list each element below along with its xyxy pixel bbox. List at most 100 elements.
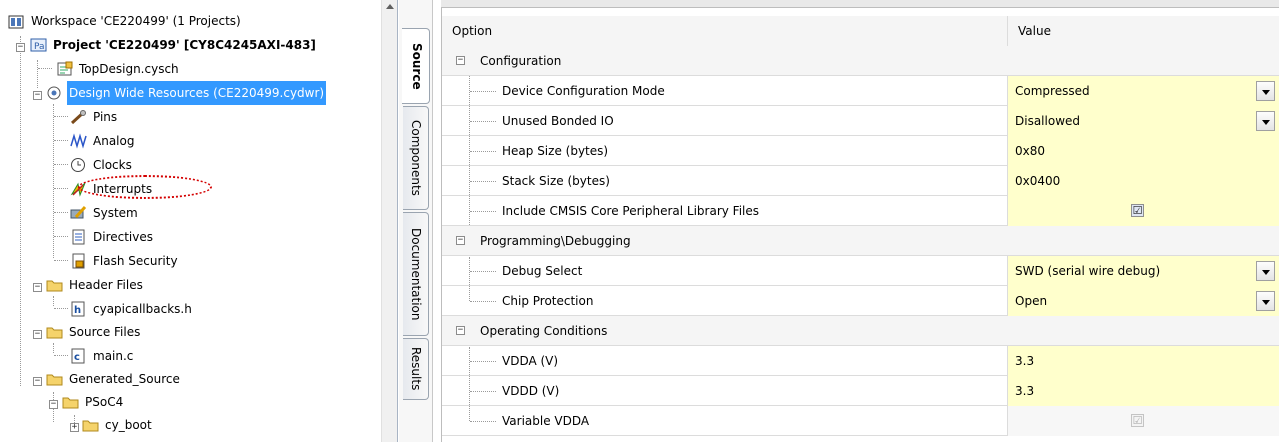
heap-size-field[interactable]: 0x80 [1008, 136, 1279, 166]
property-row[interactable]: Stack Size (bytes) 0x0400 [442, 166, 1279, 196]
property-name: VDDD (V) [442, 376, 1008, 406]
system-icon [70, 205, 88, 221]
tree-item-system[interactable]: System [70, 200, 140, 224]
dropdown-arrow-icon[interactable] [1256, 81, 1275, 101]
tree-item-cy-boot[interactable]: cy_boot [82, 412, 154, 436]
column-header-value[interactable]: Value [1008, 16, 1279, 46]
tree-item-label: PSoC4 [85, 394, 124, 409]
debug-select-select[interactable]: SWD (serial wire debug) [1008, 256, 1279, 286]
vdda-field[interactable]: 3.3 [1008, 346, 1279, 376]
svg-text:h: h [74, 305, 81, 316]
project-icon: Pa [30, 37, 48, 53]
grid-top-border [441, 0, 1279, 8]
property-row[interactable]: Include CMSIS Core Peripheral Library Fi… [442, 196, 1279, 226]
chip-protection-select[interactable]: Open [1008, 286, 1279, 316]
tree-item-main-c[interactable]: c main.c [70, 343, 135, 367]
tree-item-label: cyapicallbacks.h [93, 301, 192, 316]
tree-item-directives[interactable]: Directives [70, 224, 155, 248]
property-name: VDDA (V) [442, 346, 1008, 376]
tree-guide [53, 296, 54, 306]
collapse-dwr-toggle[interactable]: − [33, 91, 42, 100]
tree-guide [20, 36, 21, 386]
tab-source[interactable]: Source [402, 28, 430, 104]
collapse-source-files-toggle[interactable]: − [33, 330, 42, 339]
tab-results[interactable]: Results [403, 338, 429, 400]
tree-item-header-files[interactable]: Header Files [46, 272, 145, 296]
tree-item-label: Pins [93, 109, 118, 124]
project-label: Project 'CE220499' [CY8C4245AXI-483] [53, 37, 316, 52]
tree-guide [54, 116, 68, 117]
unused-bonded-io-select[interactable]: Disallowed [1008, 106, 1279, 136]
folder-icon [46, 371, 64, 387]
folder-icon [82, 417, 100, 433]
tree-item-label: main.c [93, 348, 134, 363]
tree-item-pins[interactable]: Pins [70, 104, 119, 128]
property-name: Unused Bonded IO [442, 106, 1008, 136]
category-programming-debugging[interactable]: − Programming\Debugging [442, 226, 1279, 256]
tree-item-clocks[interactable]: Clocks [70, 152, 134, 176]
scroll-up-arrow-icon[interactable] [386, 4, 394, 9]
column-header-option[interactable]: Option [442, 16, 1008, 46]
tree-item-generated-source[interactable]: Generated_Source [46, 366, 182, 390]
cmsis-include-cell[interactable]: ☑ [1008, 196, 1279, 226]
property-row[interactable]: Variable VDDA ☑ [442, 406, 1279, 436]
grid-header: Option Value [442, 16, 1279, 46]
category-operating-conditions[interactable]: − Operating Conditions [442, 316, 1279, 346]
collapse-psoc4-toggle[interactable]: − [49, 400, 58, 409]
variable-vdda-checkbox: ☑ [1131, 414, 1144, 427]
collapse-configuration-toggle[interactable]: − [456, 56, 465, 65]
tree-project[interactable]: Pa Project 'CE220499' [CY8C4245AXI-483] [30, 32, 318, 56]
collapse-programming-toggle[interactable]: − [456, 236, 465, 245]
collapse-generated-source-toggle[interactable]: − [33, 377, 42, 386]
property-value: SWD (serial wire debug) [1015, 264, 1161, 278]
vddd-field[interactable]: 3.3 [1008, 376, 1279, 406]
tree-scrollbar[interactable] [381, 0, 397, 442]
property-row[interactable]: Unused Bonded IO Disallowed [442, 106, 1279, 136]
tree-item-label: Source Files [69, 324, 141, 339]
tree-item-label: Directives [93, 229, 153, 244]
folder-icon [62, 394, 80, 410]
category-label: Programming\Debugging [480, 234, 631, 248]
property-value: Disallowed [1015, 114, 1081, 128]
dwr-icon [46, 85, 64, 101]
expand-cy-boot-toggle[interactable]: + [70, 423, 79, 432]
device-config-mode-select[interactable]: Compressed [1008, 76, 1279, 106]
dropdown-arrow-icon[interactable] [1256, 261, 1275, 281]
c-file-icon: c [70, 348, 88, 364]
property-row[interactable]: Chip Protection Open [442, 286, 1279, 316]
cmsis-checkbox[interactable]: ☑ [1131, 204, 1144, 217]
tree-item-analog[interactable]: Analog [70, 128, 136, 152]
property-row[interactable]: Debug Select SWD (serial wire debug) [442, 256, 1279, 286]
tree-item-flash-security[interactable]: Flash Security [70, 248, 180, 272]
property-name: Debug Select [442, 256, 1008, 286]
tab-documentation[interactable]: Documentation [403, 212, 429, 336]
workspace-label: Workspace 'CE220499' (1 Projects) [31, 13, 241, 28]
collapse-operating-conditions-toggle[interactable]: − [456, 326, 465, 335]
property-row[interactable]: VDDA (V) 3.3 [442, 346, 1279, 376]
tree-item-label: Design Wide Resources (CE220499.cydwr) [67, 80, 327, 105]
category-label: Configuration [480, 54, 562, 68]
property-row[interactable]: VDDD (V) 3.3 [442, 376, 1279, 406]
property-value: Open [1015, 294, 1048, 308]
vertical-tab-strip: Source Components Documentation Results [399, 0, 433, 442]
tree-workspace[interactable]: Workspace 'CE220499' (1 Projects) [8, 8, 243, 32]
collapse-project-toggle[interactable]: − [16, 43, 25, 52]
folder-icon [46, 324, 64, 340]
dropdown-arrow-icon[interactable] [1256, 291, 1275, 311]
dropdown-arrow-icon[interactable] [1256, 111, 1275, 131]
property-row[interactable]: Heap Size (bytes) 0x80 [442, 136, 1279, 166]
tree-item-dwr[interactable]: Design Wide Resources (CE220499.cydwr) [46, 80, 327, 105]
collapse-header-files-toggle[interactable]: − [33, 283, 42, 292]
tree-item-psoc4[interactable]: PSoC4 [62, 389, 125, 413]
property-grid: Option Value − Configuration Device Conf… [441, 8, 1279, 442]
workspace-explorer: Workspace 'CE220499' (1 Projects) − Pa P… [0, 0, 398, 442]
stack-size-field[interactable]: 0x0400 [1008, 166, 1279, 196]
tree-item-topdesign[interactable]: TopDesign.cysch [56, 56, 181, 80]
tree-guide [54, 164, 68, 165]
tree-item-cyapicallbacks[interactable]: h cyapicallbacks.h [70, 296, 194, 320]
property-row[interactable]: Device Configuration Mode Compressed [442, 76, 1279, 106]
tab-components[interactable]: Components [403, 106, 429, 210]
tree-item-source-files[interactable]: Source Files [46, 319, 142, 343]
category-configuration[interactable]: − Configuration [442, 46, 1279, 76]
tree-item-label: Generated_Source [69, 371, 180, 386]
